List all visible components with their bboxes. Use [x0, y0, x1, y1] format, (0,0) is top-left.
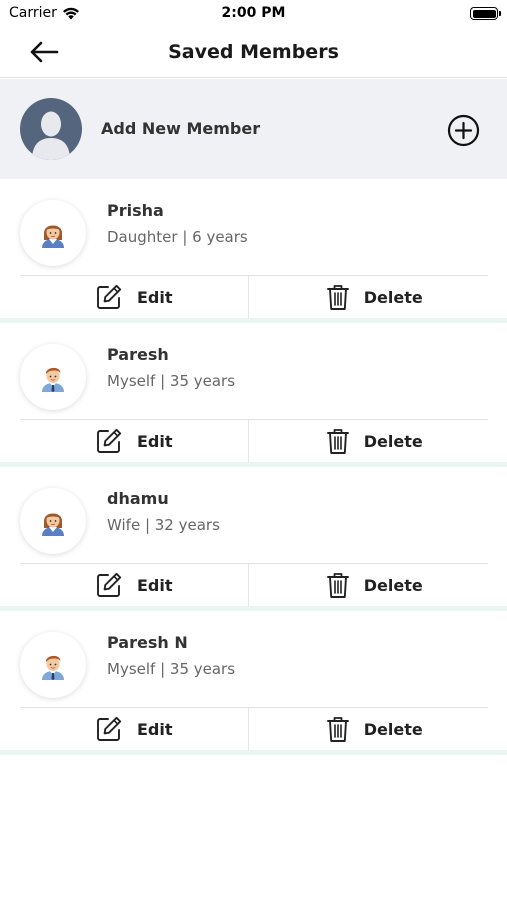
member-actions: Edit Delete — [20, 707, 488, 750]
edit-label: Edit — [136, 719, 173, 739]
add-member-button[interactable] — [447, 114, 480, 147]
edit-label: Edit — [136, 575, 173, 595]
member-relation-age: Myself | 35 years — [107, 372, 236, 390]
member-actions: Edit Delete — [20, 563, 488, 606]
member-card: Prisha Daughter | 6 years Edit Delete — [0, 179, 507, 323]
member-name: Paresh — [107, 345, 169, 364]
page-title: Saved Members — [168, 41, 339, 63]
edit-button[interactable]: Edit — [20, 708, 249, 750]
add-new-member-label: Add New Member — [101, 119, 261, 138]
edit-button[interactable]: Edit — [20, 420, 249, 462]
member-name: Paresh N — [107, 633, 188, 652]
member-actions: Edit Delete — [20, 419, 488, 462]
delete-label: Delete — [363, 719, 423, 739]
member-card: dhamu Wife | 32 years Edit Delete — [0, 467, 507, 611]
status-time: 2:00 PM — [221, 5, 286, 21]
edit-button[interactable]: Edit — [20, 564, 249, 606]
delete-button[interactable]: Delete — [249, 564, 489, 606]
edit-icon — [97, 284, 122, 309]
girl-avatar-icon — [20, 200, 86, 266]
edit-icon — [97, 428, 122, 453]
delete-button[interactable]: Delete — [249, 708, 489, 750]
delete-button[interactable]: Delete — [249, 420, 489, 462]
delete-label: Delete — [363, 431, 423, 451]
member-relation-age: Daughter | 6 years — [107, 228, 248, 246]
member-relation-age: Myself | 35 years — [107, 660, 236, 678]
member-card: Paresh Myself | 35 years Edit Delete — [0, 323, 507, 467]
delete-label: Delete — [363, 575, 423, 595]
add-new-member-row[interactable]: Add New Member — [0, 79, 507, 179]
delete-button[interactable]: Delete — [249, 276, 489, 318]
edit-icon — [97, 716, 122, 741]
member-relation-age: Wife | 32 years — [107, 516, 220, 534]
trash-icon — [326, 573, 349, 598]
member-name: dhamu — [107, 489, 169, 508]
trash-icon — [326, 717, 349, 742]
member-list: Prisha Daughter | 6 years Edit Delete Pa… — [0, 179, 507, 755]
plus-circle-icon — [447, 114, 480, 147]
edit-button[interactable]: Edit — [20, 276, 249, 318]
delete-label: Delete — [363, 287, 423, 307]
boy-avatar-icon — [20, 632, 86, 698]
edit-icon — [97, 572, 122, 597]
boy-avatar-icon — [20, 344, 86, 410]
trash-icon — [326, 285, 349, 310]
member-actions: Edit Delete — [20, 275, 488, 318]
girl-avatar-icon — [20, 488, 86, 554]
status-bar: Carrier 2:00 PM — [0, 0, 507, 28]
edit-label: Edit — [136, 431, 173, 451]
navigation-bar: Saved Members — [0, 28, 507, 78]
battery-icon — [470, 7, 501, 20]
edit-label: Edit — [136, 287, 173, 307]
member-card: Paresh N Myself | 35 years Edit Delete — [0, 611, 507, 755]
member-name: Prisha — [107, 201, 164, 220]
trash-icon — [326, 429, 349, 454]
default-avatar-icon — [20, 98, 82, 160]
